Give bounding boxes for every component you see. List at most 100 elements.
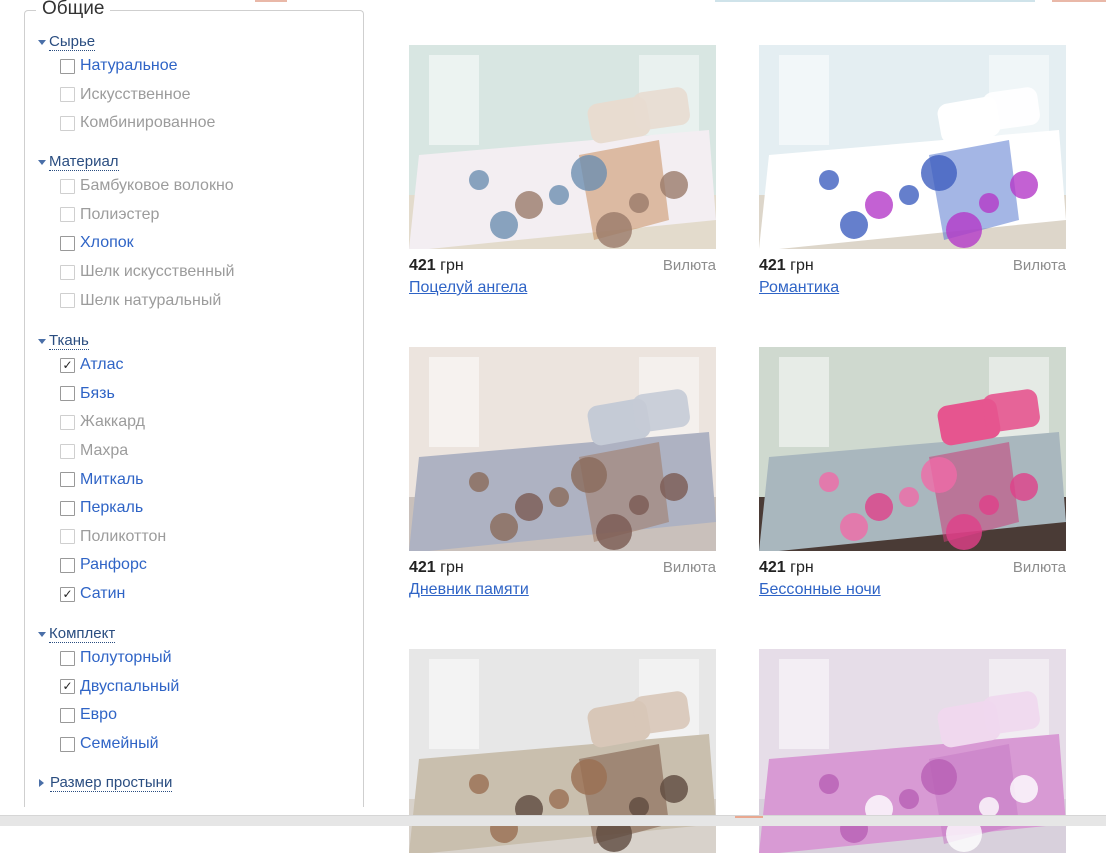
filter-option-label: Комбинированное bbox=[80, 114, 216, 132]
checkbox bbox=[60, 293, 75, 309]
filter-option[interactable]: Миткаль bbox=[38, 465, 166, 494]
top-accent-line bbox=[1052, 0, 1106, 2]
filter-option-label: Сатин bbox=[80, 585, 126, 603]
filter-group: Материал Бамбуковое волокно Полиэстер Хлопо… bbox=[38, 152, 234, 315]
filter-option-label: Бязь bbox=[80, 384, 115, 402]
filter-group-header[interactable]: Размер простыни bbox=[38, 773, 173, 793]
caret-down-icon bbox=[38, 39, 46, 45]
checkbox[interactable] bbox=[60, 650, 75, 666]
filter-option[interactable]: Двуспальный bbox=[38, 673, 179, 702]
checkbox-checked[interactable] bbox=[60, 357, 75, 373]
product-price: 421 грн bbox=[409, 257, 464, 275]
filter-option-label: Шелк натуральный bbox=[80, 291, 222, 309]
product-name-link[interactable]: Бессонные ночи bbox=[759, 581, 881, 599]
price-row: 421 грн Вилюта bbox=[759, 257, 1066, 277]
top-accent-line bbox=[255, 0, 287, 2]
filter-option-label: Миткаль bbox=[80, 470, 144, 488]
filter-option-label: Шелк искусственный bbox=[80, 263, 235, 281]
filter-option: Бамбуковое волокно bbox=[38, 172, 234, 201]
seller-name: Вилюта bbox=[662, 559, 716, 576]
filter-option: Комбинированное bbox=[38, 109, 215, 138]
product-name-link[interactable]: Романтика bbox=[759, 279, 839, 297]
filter-option[interactable]: Натуральное bbox=[38, 52, 215, 81]
checkbox-checked[interactable] bbox=[60, 679, 75, 695]
price-row: 421 грн Вилюта bbox=[409, 257, 716, 277]
checkbox[interactable] bbox=[60, 386, 75, 402]
checkbox[interactable] bbox=[60, 736, 75, 752]
filter-option-label: Семейный bbox=[80, 735, 159, 753]
caret-down-icon bbox=[38, 631, 46, 637]
filter-group-header[interactable]: Ткань bbox=[38, 331, 166, 351]
filter-option[interactable]: Полуторный bbox=[38, 644, 179, 673]
product-card: 421 грн Вилюта Романтика bbox=[759, 45, 1066, 297]
product-price: 421 грн bbox=[759, 257, 814, 275]
filter-option-label: Бамбуковое волокно bbox=[80, 177, 234, 195]
filter-group: Комплект Полуторный Двуспальный Евро Семейны… bbox=[38, 624, 179, 758]
filter-option: Жаккард bbox=[38, 408, 166, 437]
filter-group-label: Сырье bbox=[49, 33, 96, 51]
product-image[interactable] bbox=[759, 45, 1066, 249]
filter-option-label: Искусственное bbox=[80, 85, 191, 103]
price-value: 421 bbox=[409, 257, 436, 274]
product-image[interactable] bbox=[759, 347, 1066, 551]
bottom-bar bbox=[0, 815, 1106, 826]
checkbox[interactable] bbox=[60, 557, 75, 573]
price-currency: грн bbox=[790, 257, 814, 274]
filter-group-label: Материал bbox=[49, 153, 119, 171]
checkbox bbox=[60, 115, 75, 131]
checkbox[interactable] bbox=[60, 235, 75, 251]
filter-option[interactable]: Бязь bbox=[38, 380, 166, 409]
filter-option[interactable]: Хлопок bbox=[38, 229, 234, 258]
caret-down-icon bbox=[38, 159, 46, 165]
checkbox bbox=[60, 529, 75, 545]
filter-option[interactable]: Атлас bbox=[38, 351, 166, 380]
checkbox bbox=[60, 178, 75, 194]
checkbox bbox=[60, 443, 75, 459]
checkbox bbox=[60, 264, 75, 280]
top-accent-line bbox=[715, 0, 1035, 2]
product-image[interactable] bbox=[409, 347, 716, 551]
product-price: 421 грн bbox=[759, 559, 814, 577]
filter-group-label: Ткань bbox=[49, 332, 89, 350]
product-card: 421 грн Вилюта Поцелуй ангела bbox=[409, 45, 716, 297]
seller-name: Вилюта bbox=[1012, 559, 1066, 576]
filter-group-header[interactable]: Комплект bbox=[38, 624, 179, 644]
filter-option-label: Натуральное bbox=[80, 57, 178, 75]
filter-option-label: Хлопок bbox=[80, 234, 134, 252]
price-value: 421 bbox=[759, 257, 786, 274]
price-currency: грн bbox=[790, 559, 814, 576]
filter-group-header[interactable]: Материал bbox=[38, 152, 234, 172]
filter-option[interactable]: Перкаль bbox=[38, 494, 166, 523]
checkbox bbox=[60, 207, 75, 223]
product-card: 421 грн Вилюта Дневник памяти bbox=[409, 347, 716, 599]
filter-option[interactable]: Сатин bbox=[38, 580, 166, 609]
filter-group-label: Комплект bbox=[49, 625, 116, 643]
product-name-link[interactable]: Поцелуй ангела bbox=[409, 279, 527, 297]
filter-option-label: Перкаль bbox=[80, 499, 144, 517]
filter-option[interactable]: Евро bbox=[38, 701, 179, 730]
price-currency: грн bbox=[440, 257, 464, 274]
product-card: 421 грн Вилюта Бессонные ночи bbox=[759, 347, 1066, 599]
checkbox-checked[interactable] bbox=[60, 586, 75, 602]
filter-option[interactable]: Семейный bbox=[38, 730, 179, 759]
checkbox[interactable] bbox=[60, 472, 75, 488]
caret-down-icon bbox=[38, 338, 46, 344]
filter-group: Ткань Атлас Бязь Жаккард Махра Миткаль Перкаль… bbox=[38, 331, 166, 608]
filter-option: Махра bbox=[38, 437, 166, 466]
price-value: 421 bbox=[759, 559, 786, 576]
product-name-link[interactable]: Дневник памяти bbox=[409, 581, 529, 599]
price-currency: грн bbox=[440, 559, 464, 576]
product-price: 421 грн bbox=[409, 559, 464, 577]
caret-right-icon bbox=[39, 779, 44, 787]
filter-group-header[interactable]: Сырье bbox=[38, 32, 215, 52]
filter-option: Полиэстер bbox=[38, 201, 234, 230]
filter-option[interactable]: Ранфорс bbox=[38, 551, 166, 580]
filter-option: Шелк искусственный bbox=[38, 258, 234, 287]
filter-option: Поликоттон bbox=[38, 523, 166, 552]
product-image[interactable] bbox=[409, 45, 716, 249]
checkbox[interactable] bbox=[60, 58, 75, 74]
checkbox[interactable] bbox=[60, 500, 75, 516]
filter-group: Размер простыни bbox=[38, 773, 173, 793]
seller-name: Вилюта bbox=[1012, 257, 1066, 274]
checkbox[interactable] bbox=[60, 707, 75, 723]
